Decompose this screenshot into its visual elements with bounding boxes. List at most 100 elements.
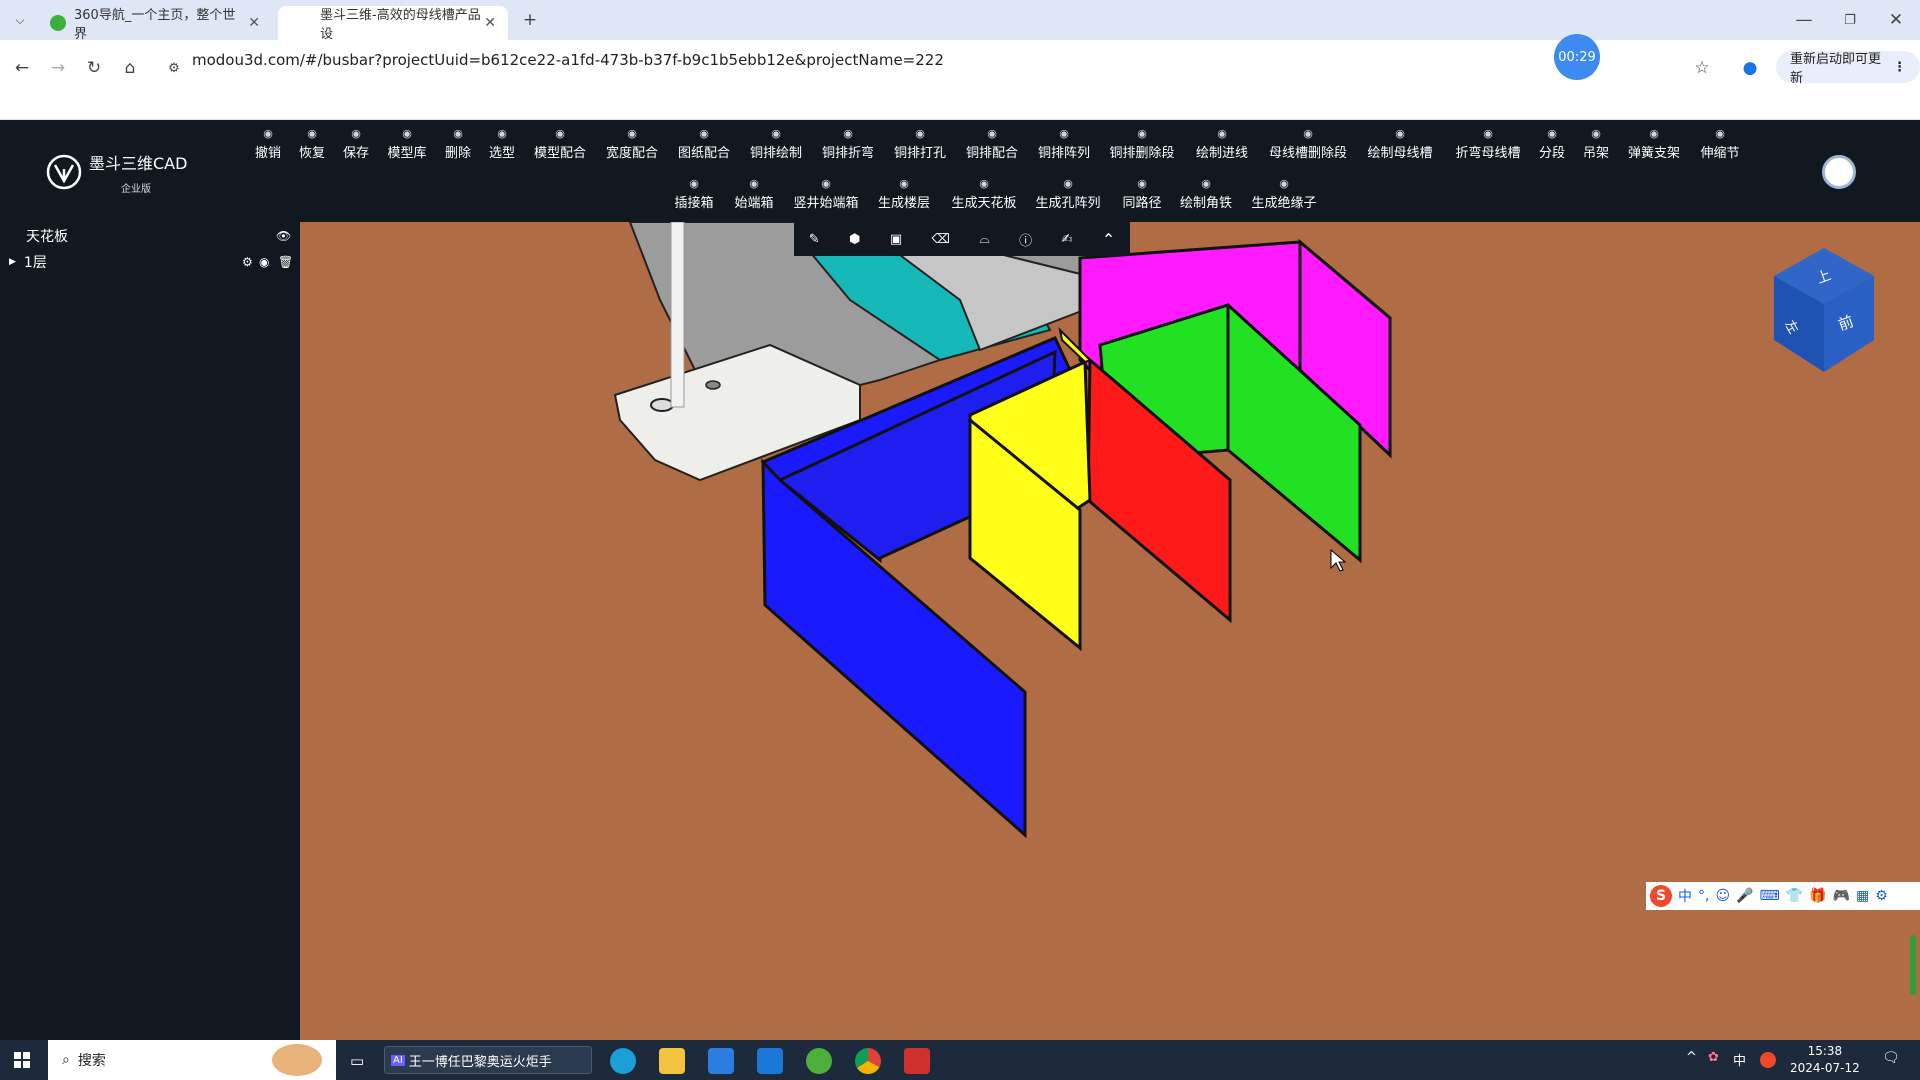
- view-cube[interactable]: 上 左 前: [1762, 248, 1882, 378]
- gift-icon[interactable]: 🎁: [1809, 888, 1826, 904]
- tool-label: 生成天花板: [951, 196, 1017, 211]
- tree-item-ceiling[interactable]: 天花板 👁: [0, 224, 300, 248]
- minimize-icon[interactable]: —: [1790, 6, 1818, 34]
- tray-app-icon[interactable]: ✿: [1708, 1050, 1719, 1065]
- toolbar-row1-button[interactable]: ◉ 宽度配合: [592, 126, 672, 161]
- tray-lang[interactable]: 中: [1733, 1050, 1746, 1069]
- grid-icon[interactable]: ▦: [1856, 888, 1869, 904]
- tab-360-nav[interactable]: 360导航_一个主页，整个世界 ✕: [38, 6, 272, 42]
- arc-icon[interactable]: ⌓: [979, 232, 989, 247]
- skin-icon[interactable]: 👕: [1786, 888, 1803, 904]
- user-avatar[interactable]: [1822, 155, 1856, 189]
- tool-label: 竖井始端箱: [793, 196, 859, 211]
- viewport-toolbar: ✎ ⬢ ▣ ⌫ ⌓ ⓘ ✍ ⌃: [794, 222, 1130, 256]
- edit-icon[interactable]: ✍: [1062, 232, 1073, 247]
- tab-list-button[interactable]: ⌵: [6, 6, 34, 34]
- eraser-icon[interactable]: ⌫: [932, 232, 950, 247]
- ai-icon: AI: [391, 1054, 405, 1066]
- forward-icon[interactable]: →: [44, 54, 72, 82]
- bookmark-star-icon[interactable]: ☆: [1688, 54, 1716, 82]
- windows-start-icon[interactable]: [14, 1052, 30, 1068]
- info-icon[interactable]: ⓘ: [1019, 230, 1032, 249]
- delete-trash-icon[interactable]: 🗑: [278, 255, 293, 269]
- url-field[interactable]: modou3d.com/#/busbar?projectUuid=b612ce2…: [192, 51, 944, 69]
- toolbar-row2-button[interactable]: ◉ 生成天花板: [944, 176, 1024, 211]
- toolbar-row1-button[interactable]: ◉ 模型配合: [520, 126, 600, 161]
- file-explorer-icon[interactable]: [659, 1048, 685, 1074]
- mic-icon[interactable]: 🎤: [1736, 888, 1753, 904]
- taskbar-search-box[interactable]: ⌕ 搜索: [48, 1040, 336, 1080]
- expand-arrow-icon[interactable]: ▶: [9, 257, 16, 267]
- toolbar-row2-button[interactable]: ◉ 绘制角铁: [1166, 176, 1246, 211]
- toolbar-row1-button[interactable]: ◉ 图纸配合: [664, 126, 744, 161]
- toolbar-row2-button[interactable]: ◉ 竖井始端箱: [786, 176, 866, 211]
- toolbar-row1-button[interactable]: ◉ 绘制母线槽: [1360, 126, 1440, 161]
- close-window-icon[interactable]: ✕: [1882, 6, 1910, 34]
- toolbar-row1-button[interactable]: ◉ 铜排折弯: [808, 126, 888, 161]
- toolbar-row1-button[interactable]: ◉ 铜排删除段: [1102, 126, 1182, 161]
- tray-chevron-up-icon[interactable]: ^: [1686, 1050, 1697, 1065]
- pencil-icon[interactable]: ✎: [809, 232, 820, 247]
- hide-eye-icon[interactable]: ◉: [259, 255, 269, 269]
- close-tab-icon[interactable]: ✕: [248, 15, 260, 31]
- toolbar-row2-button[interactable]: ◉ 生成绝缘子: [1244, 176, 1324, 211]
- toolbar-row2-button[interactable]: ◉ 生成楼层: [864, 176, 944, 211]
- task-view-icon[interactable]: ▭: [350, 1052, 364, 1070]
- tool-icon: ◉: [843, 127, 853, 140]
- tool-label: 母线槽删除段: [1268, 146, 1347, 161]
- ime-lang[interactable]: 中: [1678, 886, 1692, 906]
- toolbar-row2-button[interactable]: ◉ 生成孔阵列: [1028, 176, 1108, 211]
- toolbar-row1-button[interactable]: ◉ 母线槽删除段: [1268, 126, 1348, 161]
- visibility-eye-icon[interactable]: 👁: [276, 229, 291, 243]
- close-tab-icon[interactable]: ✕: [484, 15, 496, 31]
- tree-item-floor-1[interactable]: ▶ 1层 ⚙ ◉ 🗑: [0, 250, 300, 274]
- punctuation-icon[interactable]: °,: [1698, 888, 1709, 904]
- site-info-icon[interactable]: ⚙: [160, 54, 188, 82]
- taskbar-clock[interactable]: 15:38 2024-07-12: [1790, 1043, 1860, 1077]
- mail-icon[interactable]: [757, 1048, 783, 1074]
- tool-label: 绘制角铁: [1179, 196, 1232, 211]
- toolbar-row1-button[interactable]: ◉ 铜排打孔: [880, 126, 960, 161]
- relaunch-update-button[interactable]: 重新启动即可更新 ⋮: [1776, 51, 1920, 86]
- ai-news-box[interactable]: AI 王一博任巴黎奥运火炬手: [384, 1046, 592, 1074]
- image-icon[interactable]: ▣: [890, 232, 902, 247]
- clock-date: 2024-07-12: [1790, 1061, 1860, 1075]
- toolbar-row1-button[interactable]: ◉ 绘制进线: [1182, 126, 1262, 161]
- tool-icon: ◉: [1395, 127, 1405, 140]
- new-tab-button[interactable]: +: [516, 6, 544, 34]
- notification-icon[interactable]: 🗨: [1882, 1050, 1900, 1066]
- tab-modou[interactable]: 墨斗三维-高效的母线槽产品设 ✕: [278, 6, 508, 42]
- home-icon[interactable]: ⌂: [116, 54, 144, 82]
- chevron-up-icon[interactable]: ⌃: [1102, 230, 1115, 249]
- toolbar-row1-button[interactable]: ◉ 铜排阵列: [1024, 126, 1104, 161]
- more-menu-icon[interactable]: ⋮: [1893, 60, 1906, 75]
- tray-sogou-icon[interactable]: [1760, 1052, 1776, 1068]
- cube-icon[interactable]: ⬢: [849, 232, 860, 247]
- toolbar-row1-button[interactable]: ◉ 伸缩节: [1680, 126, 1760, 161]
- wps-icon[interactable]: [904, 1048, 930, 1074]
- restore-icon[interactable]: ❐: [1836, 6, 1864, 34]
- app-logo-icon: [46, 154, 82, 190]
- tool-label: 伸缩节: [1700, 146, 1740, 161]
- reload-icon[interactable]: ↻: [80, 54, 108, 82]
- keyboard-icon[interactable]: ⌨: [1760, 888, 1780, 904]
- ie-browser-icon[interactable]: [806, 1048, 832, 1074]
- tool-icon: ◉: [627, 127, 637, 140]
- settings-icon[interactable]: ⚙: [1875, 888, 1888, 904]
- 3d-viewport[interactable]: 上 左 前: [300, 222, 1920, 1040]
- chrome-icon[interactable]: [855, 1048, 881, 1074]
- game-icon[interactable]: 🎮: [1833, 888, 1850, 904]
- settings-icon[interactable]: ⚙: [242, 255, 253, 269]
- tool-label: 铜排删除段: [1109, 146, 1175, 161]
- edge-browser-icon[interactable]: [610, 1048, 636, 1074]
- profile-icon[interactable]: ●: [1736, 54, 1764, 82]
- address-bar-area: ← → ↻ ⌂ ⚙ modou3d.com/#/busbar?projectUu…: [0, 40, 1920, 120]
- browser-tab-bar: ⌵ 360导航_一个主页，整个世界 ✕ 墨斗三维-高效的母线槽产品设 ✕ + —…: [0, 0, 1920, 42]
- toolbar-row2-button[interactable]: ◉ 始端箱: [714, 176, 794, 211]
- back-icon[interactable]: ←: [8, 54, 36, 82]
- toolbar-row1-button[interactable]: ◉ 铜排配合: [952, 126, 1032, 161]
- emoji-icon[interactable]: ☺: [1715, 888, 1730, 904]
- microsoft-store-icon[interactable]: [708, 1048, 734, 1074]
- toolbar-row1-button[interactable]: ◉ 铜排绘制: [736, 126, 816, 161]
- tool-label: 铜排阵列: [1037, 146, 1090, 161]
